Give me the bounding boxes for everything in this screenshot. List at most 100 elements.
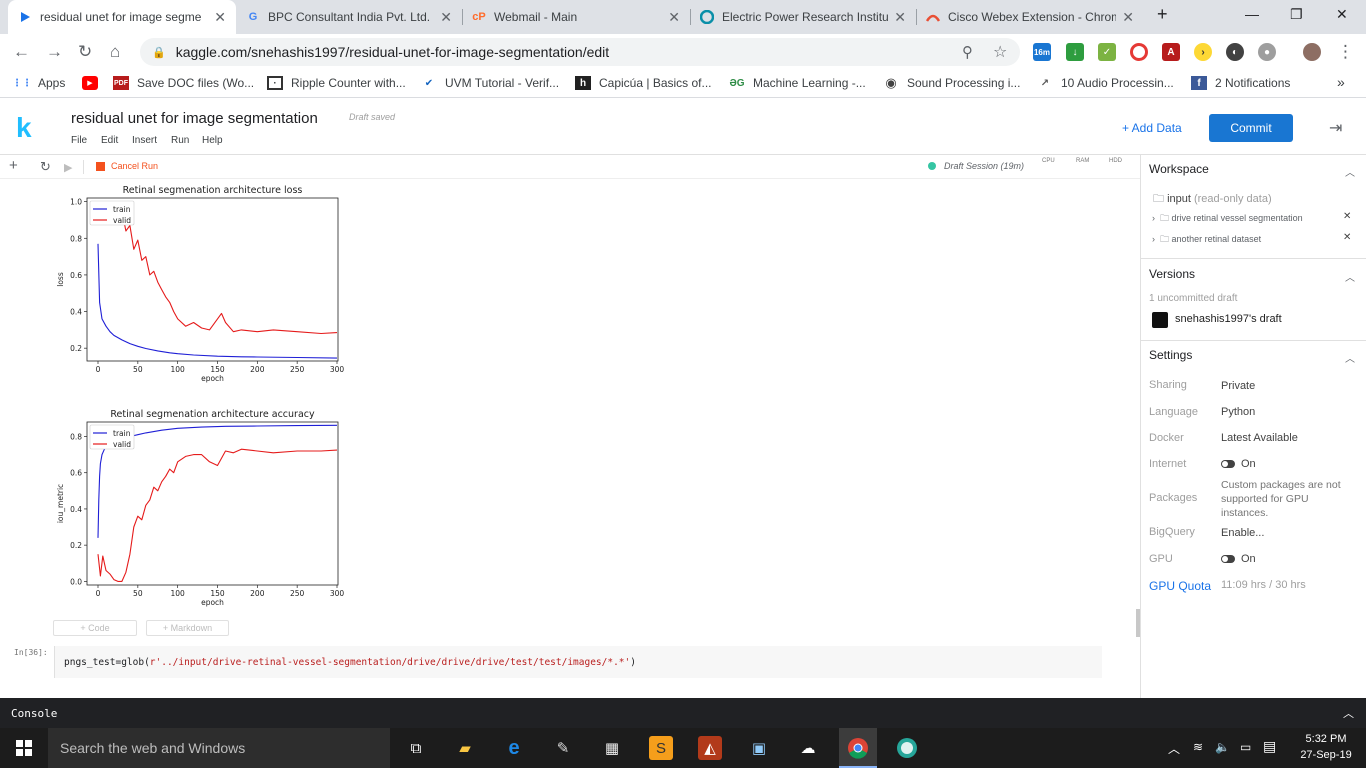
add-data-button[interactable]: + Add Data xyxy=(1122,121,1182,135)
volume-muted-icon[interactable]: 🔈 xyxy=(1215,740,1230,754)
sublime-icon[interactable]: S xyxy=(649,736,673,760)
bookmark-star-icon[interactable]: ☆ xyxy=(993,42,1007,62)
settings-header[interactable]: Settings xyxy=(1149,348,1192,362)
gpu-quota-link[interactable]: GPU Quota xyxy=(1149,579,1211,593)
arrow-extension-icon[interactable]: › xyxy=(1194,43,1212,61)
close-tab-icon[interactable]: ✕ xyxy=(1122,9,1134,26)
task-view-icon[interactable]: ⧉ xyxy=(404,736,428,760)
workspace-header[interactable]: Workspace xyxy=(1149,162,1209,176)
cancel-run-button[interactable]: Cancel Run xyxy=(96,161,158,171)
record-extension-icon[interactable] xyxy=(1130,43,1148,61)
code-cell[interactable]: pngs_test=glob(r'../input/drive-retinal-… xyxy=(54,646,1102,678)
wifi-icon[interactable]: ≋ xyxy=(1193,740,1203,754)
epri-app-icon[interactable] xyxy=(895,736,919,760)
remove-dataset-icon[interactable]: ✕ xyxy=(1343,232,1351,243)
minimize-icon[interactable]: — xyxy=(1245,6,1259,22)
bookmark-youtube[interactable]: ▶ xyxy=(82,76,106,90)
menu-edit[interactable]: Edit xyxy=(101,135,118,146)
taskbar-search-input[interactable]: Search the web and Windows xyxy=(48,728,390,768)
bookmark-capicua[interactable]: h Capicúa | Basics of... xyxy=(575,76,712,90)
address-bar[interactable]: 🔒 kaggle.com/snehashis1997/residual-unet… xyxy=(140,38,1020,66)
menu-kebab-icon[interactable]: ⋮ xyxy=(1337,42,1354,62)
bookmark-audio-processing[interactable]: ↗ 10 Audio Processin... xyxy=(1037,76,1174,90)
file-explorer-icon[interactable]: ▰ xyxy=(453,736,477,760)
draft-name[interactable]: snehashis1997's draft xyxy=(1175,313,1282,325)
bookmark-notifications[interactable]: f 2 Notifications xyxy=(1191,76,1290,90)
photos-icon[interactable]: ▣ xyxy=(747,736,771,760)
check-extension-icon[interactable]: ✓ xyxy=(1098,43,1116,61)
restore-icon[interactable]: ❐ xyxy=(1290,6,1303,23)
remove-dataset-icon[interactable]: ✕ xyxy=(1343,211,1351,222)
language-value[interactable]: Python xyxy=(1221,406,1255,418)
collapse-panel-icon[interactable]: ⇥ xyxy=(1329,118,1342,138)
uncommitted-drafts: 1 uncommitted draft xyxy=(1149,293,1238,304)
chrome-icon[interactable] xyxy=(846,736,870,760)
chevron-up-icon[interactable]: ︿ xyxy=(1345,350,1355,365)
bigquery-enable-link[interactable]: Enable... xyxy=(1221,527,1264,539)
download-extension-icon[interactable]: ↓ xyxy=(1066,43,1084,61)
onedrive-icon[interactable]: ☁ xyxy=(796,736,820,760)
calculator-icon[interactable]: ▦ xyxy=(600,736,624,760)
add-cell-icon[interactable]: + xyxy=(9,157,18,174)
bookmark-apps[interactable]: ⋮⋮ Apps xyxy=(12,76,65,90)
bookmark-sound-processing[interactable]: ◉ Sound Processing i... xyxy=(883,75,1020,90)
browser-tab-webmail[interactable]: cP Webmail - Main ✕ xyxy=(462,0,690,34)
bookmark-ripple-counter[interactable]: · Ripple Counter with... xyxy=(267,76,406,90)
commit-button[interactable]: Commit xyxy=(1209,114,1293,142)
reload-icon[interactable]: ↻ xyxy=(78,42,92,62)
tray-chevron-up-icon[interactable]: ︿ xyxy=(1168,740,1180,757)
menu-insert[interactable]: Insert xyxy=(132,135,157,146)
matlab-icon[interactable]: ◭ xyxy=(698,736,722,760)
close-window-icon[interactable]: ✕ xyxy=(1336,6,1348,23)
bookmark-machine-learning[interactable]: ƏG Machine Learning -... xyxy=(729,76,865,90)
close-tab-icon[interactable]: ✕ xyxy=(440,9,452,26)
chevron-up-icon[interactable]: ︿ xyxy=(1345,164,1355,179)
pdf-extension-icon[interactable]: A xyxy=(1162,43,1180,61)
gpu-toggle[interactable]: On xyxy=(1221,553,1256,565)
menu-help[interactable]: Help xyxy=(202,135,223,146)
close-tab-icon[interactable]: ✕ xyxy=(214,9,226,26)
notebook-title[interactable]: residual unet for image segmentation xyxy=(71,110,318,127)
notifications-icon[interactable]: ▤ xyxy=(1263,738,1276,755)
home-icon[interactable]: ⌂ xyxy=(110,42,120,62)
add-markdown-cell-button[interactable]: + Markdown xyxy=(146,620,229,636)
forward-icon[interactable]: → xyxy=(46,42,63,62)
close-tab-icon[interactable]: ✕ xyxy=(668,9,680,26)
sharing-value[interactable]: Private xyxy=(1221,380,1255,392)
close-tab-icon[interactable]: ✕ xyxy=(894,9,906,26)
browser-tab-epri[interactable]: Electric Power Research Institut ✕ xyxy=(690,0,916,34)
windows-start-icon[interactable] xyxy=(16,740,32,756)
browser-tab-kaggle[interactable]: residual unet for image segme ✕ xyxy=(8,0,236,34)
taskbar-clock[interactable]: 5:32 PM 27-Sep-19 xyxy=(1296,731,1356,763)
chevron-up-icon[interactable]: ︿ xyxy=(1343,705,1354,721)
edge-icon[interactable]: e xyxy=(502,736,526,760)
run-icon[interactable]: ▶ xyxy=(64,161,72,174)
circle-extension-icon[interactable]: ◐ xyxy=(1226,43,1244,61)
menu-file[interactable]: File xyxy=(71,135,87,146)
back-icon[interactable]: ← xyxy=(13,42,30,62)
dataset-item[interactable]: › 🗀 drive retinal vessel segmentation xyxy=(1152,211,1303,227)
kaggle-logo[interactable]: k xyxy=(16,112,32,144)
add-code-cell-button[interactable]: + Code xyxy=(53,620,137,636)
menu-run[interactable]: Run xyxy=(171,135,189,146)
paint-icon[interactable]: ✎ xyxy=(551,736,575,760)
versions-header[interactable]: Versions xyxy=(1149,267,1195,281)
profile-avatar[interactable] xyxy=(1303,43,1321,61)
dataset-item[interactable]: › 🗀 another retinal dataset xyxy=(1152,232,1261,248)
bookmark-uvm[interactable]: ✔ UVM Tutorial - Verif... xyxy=(421,76,559,90)
gray-extension-icon[interactable]: ● xyxy=(1258,43,1276,61)
restart-icon[interactable]: ↻ xyxy=(40,159,51,175)
console-bar[interactable]: Console xyxy=(0,698,1366,728)
more-bookmarks-icon[interactable]: » xyxy=(1337,74,1345,90)
extension-badge-icon[interactable]: 16m xyxy=(1033,43,1051,61)
bookmark-save-doc[interactable]: PDF Save DOC files (Wo... xyxy=(113,76,254,90)
input-folder[interactable]: 🗀 input (read-only data) xyxy=(1153,190,1272,209)
browser-tab-bpc[interactable]: G BPC Consultant India Pvt. Ltd. ✕ xyxy=(236,0,462,34)
internet-toggle[interactable]: On xyxy=(1221,458,1256,470)
browser-tab-webex[interactable]: Cisco Webex Extension - Chrom ✕ xyxy=(916,0,1144,34)
chevron-up-icon[interactable]: ︿ xyxy=(1345,269,1355,284)
new-tab-button[interactable]: + xyxy=(1157,4,1168,25)
search-icon[interactable]: ⚲ xyxy=(962,43,973,61)
battery-icon[interactable]: ▭ xyxy=(1240,740,1251,754)
docker-value[interactable]: Latest Available xyxy=(1221,432,1298,444)
